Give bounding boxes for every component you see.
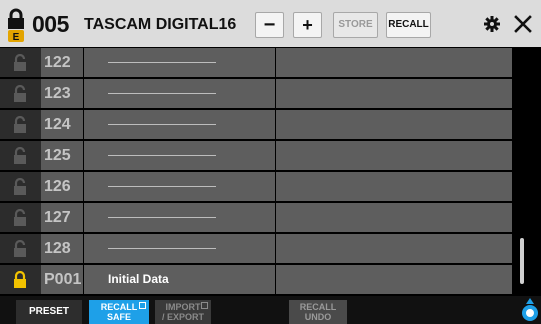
lock-open-icon bbox=[14, 116, 26, 133]
scene-title-cell[interactable]: Initial Data bbox=[84, 265, 275, 294]
lock-open-icon bbox=[14, 209, 26, 226]
scene-number-cell: 126 bbox=[41, 172, 83, 201]
decrement-button[interactable]: − bbox=[255, 12, 284, 38]
scene-row[interactable]: 123 bbox=[0, 78, 512, 109]
scene-row[interactable]: 125 bbox=[0, 140, 512, 171]
close-icon[interactable] bbox=[511, 10, 535, 38]
scene-lock-cell[interactable] bbox=[0, 48, 41, 77]
scene-lock-cell[interactable] bbox=[0, 203, 41, 232]
open-window-icon bbox=[139, 302, 146, 309]
scene-lock-cell[interactable] bbox=[0, 172, 41, 201]
scene-info-cell[interactable] bbox=[276, 172, 512, 201]
scene-title-cell[interactable] bbox=[84, 172, 275, 201]
lock-open-icon bbox=[14, 178, 26, 195]
scene-row[interactable]: 124 bbox=[0, 109, 512, 140]
scene-lock-cell[interactable] bbox=[0, 79, 41, 108]
scene-lock-cell[interactable] bbox=[0, 234, 41, 263]
recall-undo-button[interactable]: RECALL UNDO bbox=[289, 300, 347, 324]
empty-title-line bbox=[108, 155, 216, 156]
scene-lock-cell[interactable] bbox=[0, 110, 41, 139]
scene-title-cell[interactable] bbox=[84, 203, 275, 232]
preset-button[interactable]: PRESET bbox=[16, 300, 82, 324]
scrollbar-track[interactable] bbox=[512, 47, 541, 296]
scene-info-cell[interactable] bbox=[276, 234, 512, 263]
scene-lock-cell[interactable] bbox=[0, 141, 41, 170]
recall-button[interactable]: RECALL bbox=[386, 12, 431, 38]
empty-title-line bbox=[108, 186, 216, 187]
title-bar: E 005 TASCAM DIGITAL16 − + STORE RECALL bbox=[0, 0, 541, 47]
scene-info-cell[interactable] bbox=[276, 48, 512, 77]
scene-info-cell[interactable] bbox=[276, 141, 512, 170]
scene-number-cell: 123 bbox=[41, 79, 83, 108]
scene-number-cell: 127 bbox=[41, 203, 83, 232]
scene-title-cell[interactable] bbox=[84, 234, 275, 263]
recall-safe-label-2: SAFE bbox=[106, 312, 131, 322]
import-export-label-2: / EXPORT bbox=[161, 312, 204, 322]
recall-undo-label-1: RECALL bbox=[299, 302, 337, 312]
gear-icon[interactable] bbox=[484, 16, 500, 32]
scene-number: 005 bbox=[32, 11, 69, 37]
scene-info-cell[interactable] bbox=[276, 203, 512, 232]
scene-number-cell: 128 bbox=[41, 234, 83, 263]
protect-lock-icon: E bbox=[8, 8, 24, 43]
scene-info-cell[interactable] bbox=[276, 79, 512, 108]
scene-title-cell[interactable] bbox=[84, 48, 275, 77]
scene-row[interactable]: 128 bbox=[0, 233, 512, 264]
scene-row[interactable]: 127 bbox=[0, 202, 512, 233]
scene-title-cell[interactable] bbox=[84, 141, 275, 170]
lock-closed-icon bbox=[14, 271, 26, 288]
import-export-button[interactable]: IMPORT / EXPORT bbox=[155, 300, 211, 324]
empty-title-line bbox=[108, 93, 216, 94]
recall-safe-button[interactable]: RECALL SAFE bbox=[89, 300, 149, 324]
scene-number-cell: P001 bbox=[41, 265, 83, 294]
open-window-icon bbox=[201, 302, 208, 309]
scene-lock-cell[interactable] bbox=[0, 265, 41, 294]
scene-list: 122 123 124 125 126 127 128 P001 Initial Data bbox=[0, 47, 512, 296]
increment-button[interactable]: + bbox=[293, 12, 322, 38]
scrollbar-thumb[interactable] bbox=[520, 238, 524, 284]
lock-open-icon bbox=[14, 54, 26, 71]
lock-open-icon bbox=[14, 85, 26, 102]
scene-info-cell[interactable] bbox=[276, 265, 512, 294]
scene-row[interactable]: 122 bbox=[0, 47, 512, 78]
scene-row[interactable]: P001 Initial Data bbox=[0, 264, 512, 295]
encoder-knob-icon[interactable] bbox=[520, 298, 540, 322]
scene-info-cell[interactable] bbox=[276, 110, 512, 139]
empty-title-line bbox=[108, 217, 216, 218]
store-button[interactable]: STORE bbox=[333, 12, 378, 38]
protect-badge-letter: E bbox=[13, 32, 20, 43]
scene-title-cell[interactable] bbox=[84, 79, 275, 108]
scene-number-cell: 124 bbox=[41, 110, 83, 139]
scene-row[interactable]: 126 bbox=[0, 171, 512, 202]
scene-name[interactable]: TASCAM DIGITAL16 bbox=[84, 7, 236, 41]
empty-title-line bbox=[108, 124, 216, 125]
scene-title-cell[interactable] bbox=[84, 110, 275, 139]
lock-open-icon bbox=[14, 147, 26, 164]
empty-title-line bbox=[108, 62, 216, 63]
scene-number-cell: 122 bbox=[41, 48, 83, 77]
scene-number-cell: 125 bbox=[41, 141, 83, 170]
recall-undo-label-2: UNDO bbox=[304, 312, 332, 322]
lock-open-icon bbox=[14, 240, 26, 257]
empty-title-line bbox=[108, 248, 216, 249]
